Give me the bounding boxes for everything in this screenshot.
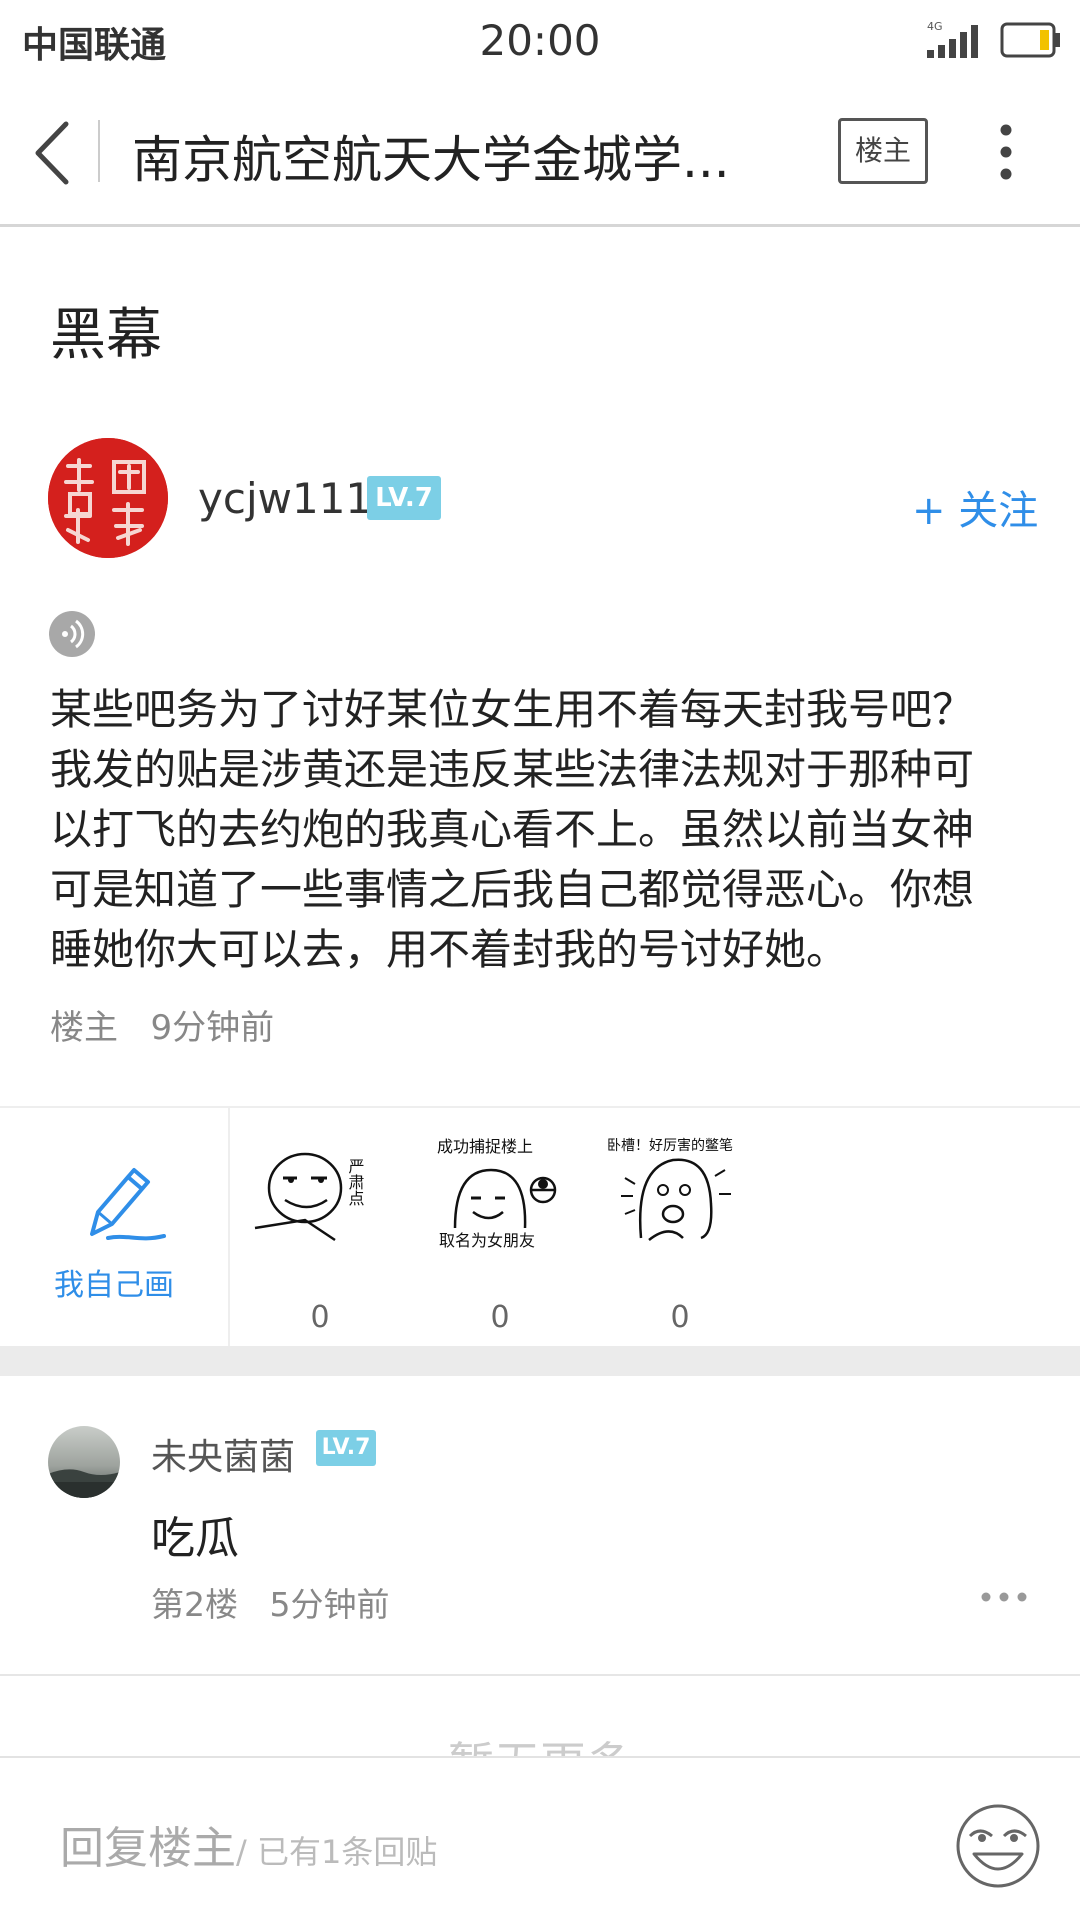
status-time: 20:00	[479, 16, 601, 65]
meme-face-sticker: 卧槽！好厉害的鳖笔	[607, 1138, 733, 1241]
smiley-icon	[956, 1804, 1040, 1888]
floor-label: 楼主	[50, 1008, 118, 1048]
signal-icon: 4G	[925, 20, 985, 64]
reply-meta: 第2楼 5分钟前	[151, 1578, 389, 1626]
reply-time: 5分钟前	[269, 1585, 390, 1624]
reply-avatar[interactable]	[48, 1426, 120, 1498]
post-meta: 楼主 9分钟前	[50, 1000, 274, 1049]
sticker-count: 0	[490, 1300, 510, 1335]
reply-placeholder: 回复楼主	[60, 1823, 236, 1874]
sticker-caption: 严肃点	[346, 1158, 365, 1206]
only-owner-button[interactable]: 楼主	[838, 118, 928, 184]
more-horizontal-icon	[981, 1592, 1027, 1602]
sticker-serious[interactable]: 严肃点 0	[245, 1128, 395, 1335]
battery-icon	[1000, 22, 1062, 62]
sticker-caption: 卧槽！好厉害的鳖笔	[607, 1138, 733, 1154]
pencil-icon	[78, 1160, 168, 1254]
landscape-avatar-image	[48, 1426, 120, 1498]
reply-author-name[interactable]: 未央菌菌	[151, 1428, 295, 1480]
author-name[interactable]: ycjw111	[198, 474, 372, 523]
sticker-caption-top: 成功捕捉楼上	[437, 1137, 533, 1156]
emoji-button[interactable]	[952, 1798, 1044, 1894]
reply-content: 吃瓜	[151, 1513, 239, 1564]
status-bar: 中国联通 20:00 4G	[0, 0, 1080, 78]
follow-button[interactable]: + 关注	[912, 478, 1038, 536]
sticker-caption-bottom: 取名为女朋友	[439, 1231, 535, 1250]
reply-bar: 回复楼主/ 已有1条回贴	[0, 1756, 1080, 1922]
draw-sticker-label: 我自己画	[54, 1268, 174, 1303]
draw-sticker-button[interactable]: 我自己画	[0, 1108, 230, 1348]
sticker-caught-upstairs[interactable]: 成功捕捉楼上 取名为女朋友 0	[425, 1128, 575, 1335]
reply-floor: 第2楼	[151, 1585, 238, 1624]
forum-title[interactable]: 南京航空航天大学金城学...	[132, 120, 730, 192]
sticker-count: 0	[310, 1300, 330, 1335]
network-type: 4G	[927, 20, 943, 33]
reply-more-button[interactable]	[980, 1588, 1028, 1607]
sticker-count: 0	[670, 1300, 690, 1335]
sticker-reaction-row: 我自己画 严肃点 0 成功捕捉楼上 取名为女朋友 0 卧槽！好厉害的鳖笔 0	[0, 1106, 1080, 1348]
reply-input[interactable]: 回复楼主/ 已有1条回贴	[60, 1812, 437, 1876]
nav-divider	[98, 120, 100, 182]
voice-button[interactable]	[48, 610, 96, 662]
level-badge: LV.7	[367, 476, 441, 520]
post-time: 9分钟前	[150, 1008, 275, 1048]
post-title: 黑幕	[50, 303, 162, 368]
section-gap	[0, 1346, 1080, 1376]
seal-avatar-image	[48, 438, 168, 558]
level-badge: LV.7	[316, 1430, 376, 1466]
avatar[interactable]	[48, 438, 168, 558]
meme-face-sticker: 成功捕捉楼上 取名为女朋友	[437, 1137, 557, 1250]
nav-bar: 南京航空航天大学金城学... 楼主	[0, 78, 1080, 227]
reply-count: / 已有1条回贴	[236, 1833, 438, 1871]
chevron-left-icon	[35, 121, 69, 185]
sticker-awesome[interactable]: 卧槽！好厉害的鳖笔 0	[605, 1128, 755, 1335]
divider	[0, 1674, 1080, 1676]
more-vertical-icon	[1000, 124, 1012, 180]
meme-face-sticker: 严肃点	[254, 1152, 365, 1242]
back-button[interactable]	[30, 118, 74, 192]
more-menu-button[interactable]	[998, 122, 1014, 186]
voice-icon	[49, 611, 95, 657]
post-body: 某些吧务为了讨好某位女生用不着每天封我号吧？我发的贴是涉黄还是违反某些法律法规对…	[50, 685, 975, 974]
